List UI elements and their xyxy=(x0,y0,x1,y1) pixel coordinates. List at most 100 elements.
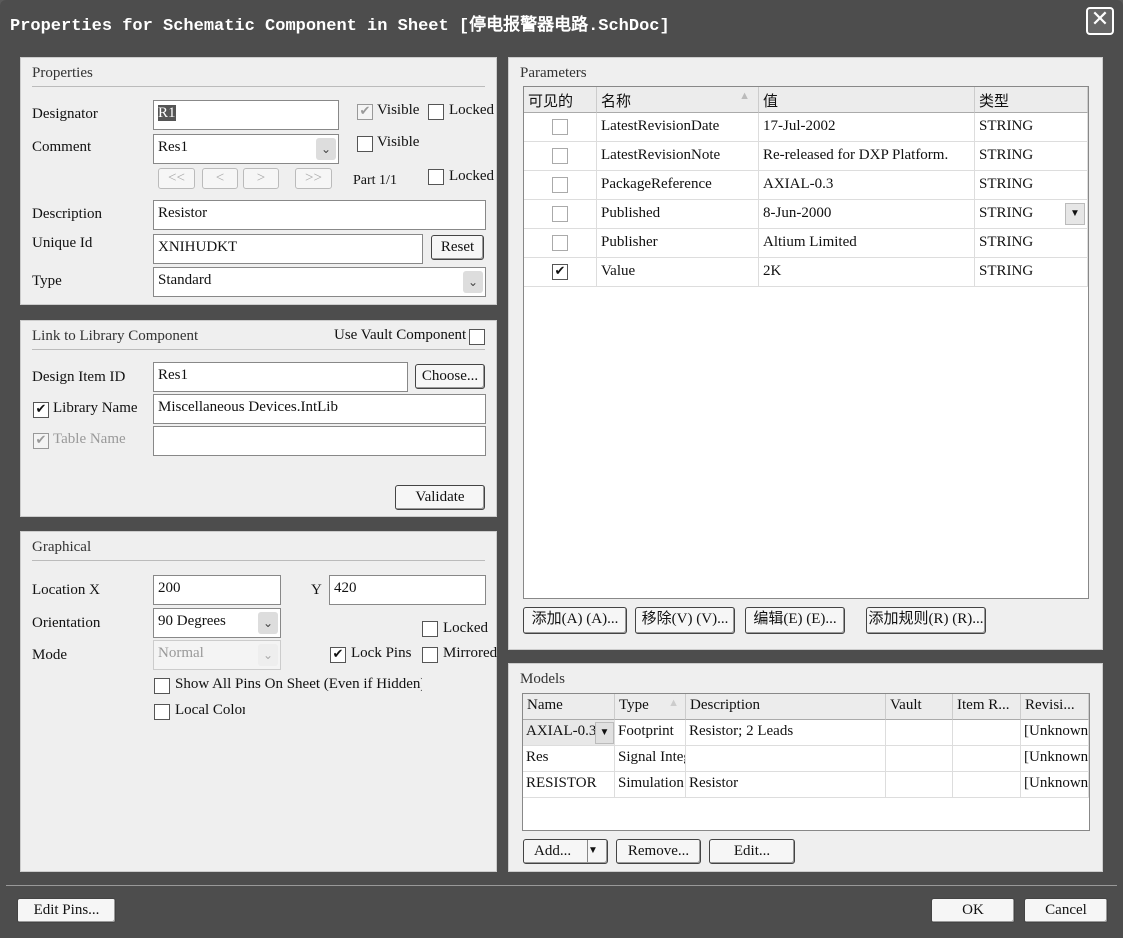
model-cell-type[interactable]: Signal Integrity xyxy=(615,746,686,772)
table-cell-value[interactable]: Altium Limited xyxy=(759,229,975,258)
table-cell-type[interactable]: STRING xyxy=(975,229,1088,258)
comment-visible-checkbox[interactable] xyxy=(357,136,373,152)
model-cell-item[interactable] xyxy=(953,772,1021,798)
last-part-button[interactable]: >> xyxy=(295,168,332,189)
table-cell-name[interactable]: Published xyxy=(597,200,759,229)
choose-button[interactable]: Choose... xyxy=(415,364,485,389)
cancel-button[interactable]: Cancel xyxy=(1024,898,1108,923)
model-cell-revision[interactable]: [Unknown xyxy=(1021,746,1089,772)
models-group: Models Name Type ▲ Description Vault Item… xyxy=(508,663,1103,872)
graphical-locked-checkbox[interactable] xyxy=(422,621,438,637)
model-cell-description[interactable]: Resistor; 2 Leads xyxy=(686,720,886,746)
table-cell-value[interactable]: 8-Jun-2000 xyxy=(759,200,975,229)
model-cell-vault[interactable] xyxy=(886,772,953,798)
dropdown-arrow-icon[interactable]: ▼ xyxy=(587,840,607,862)
table-cell-type[interactable]: STRING xyxy=(975,142,1088,171)
model-cell-vault[interactable] xyxy=(886,746,953,772)
type-value: Standard xyxy=(158,272,212,288)
library-name-input[interactable]: Miscellaneous Devices.IntLib xyxy=(153,394,486,424)
table-row-visible-cell xyxy=(524,200,597,229)
add-rule-button[interactable]: 添加规则(R) (R)... xyxy=(866,607,986,634)
unique-id-input[interactable]: XNIHUDKT xyxy=(153,234,423,264)
ok-button[interactable]: OK xyxy=(931,898,1015,923)
table-cell-value[interactable]: 17-Jul-2002 xyxy=(759,113,975,142)
visible-checkbox[interactable] xyxy=(552,119,568,135)
comment-select[interactable]: Res1 ⌄ xyxy=(153,134,339,164)
first-part-button[interactable]: << xyxy=(158,168,195,189)
add-parameter-button[interactable]: 添加(A) (A)... xyxy=(523,607,627,634)
location-x-input[interactable]: 200 xyxy=(153,575,281,605)
column-header-name[interactable]: 名称 ▲ xyxy=(597,87,759,113)
local-colors-checkbox[interactable] xyxy=(154,704,170,720)
model-cell-type[interactable]: Footprint xyxy=(615,720,686,746)
table-cell-name[interactable]: Value xyxy=(597,258,759,287)
model-cell-item[interactable] xyxy=(953,720,1021,746)
column-header-description[interactable]: Description xyxy=(686,694,886,720)
visible-checkbox[interactable] xyxy=(552,177,568,193)
designator-visible-checkbox[interactable]: ✔ xyxy=(357,104,373,120)
column-header-item[interactable]: Item R... xyxy=(953,694,1021,720)
column-header-name[interactable]: Name xyxy=(523,694,615,720)
table-cell-type[interactable]: STRING xyxy=(975,171,1088,200)
edit-model-button[interactable]: Edit... xyxy=(709,839,795,864)
table-cell-name[interactable]: PackageReference xyxy=(597,171,759,200)
model-cell-name[interactable]: RESISTOR xyxy=(523,772,615,798)
model-cell-description[interactable] xyxy=(686,746,886,772)
designator-locked-checkbox[interactable] xyxy=(428,104,444,120)
validate-button[interactable]: Validate xyxy=(395,485,485,510)
prev-part-button[interactable]: < xyxy=(202,168,238,189)
column-header-type[interactable]: Type ▲ xyxy=(615,694,686,720)
locked-label: Locked xyxy=(449,102,494,118)
close-button[interactable]: ✕ xyxy=(1086,7,1114,35)
part-locked-checkbox[interactable] xyxy=(428,169,444,185)
table-cell-value[interactable]: AXIAL-0.3 xyxy=(759,171,975,200)
visible-checkbox[interactable] xyxy=(552,206,568,222)
table-name-input[interactable] xyxy=(153,426,486,456)
model-cell-vault[interactable] xyxy=(886,720,953,746)
mirrored-checkbox[interactable] xyxy=(422,647,438,663)
model-dropdown-icon[interactable]: ▼ xyxy=(595,722,614,744)
table-cell-value[interactable]: Re-released for DXP Platform. xyxy=(759,142,975,171)
column-header-vault[interactable]: Vault xyxy=(886,694,953,720)
type-select[interactable]: Standard ⌄ xyxy=(153,267,486,297)
lock-pins-checkbox[interactable]: ✔ xyxy=(330,647,346,663)
remove-parameter-button[interactable]: 移除(V) (V)... xyxy=(635,607,735,634)
table-cell-name[interactable]: LatestRevisionDate xyxy=(597,113,759,142)
locked-label: Locked xyxy=(443,620,488,636)
visible-checkbox[interactable]: ✔ xyxy=(552,264,568,280)
column-header-revision[interactable]: Revisi... xyxy=(1021,694,1089,720)
edit-pins-button[interactable]: Edit Pins... xyxy=(17,898,116,923)
show-all-pins-checkbox[interactable] xyxy=(154,678,170,694)
edit-parameter-button[interactable]: 编辑(E) (E)... xyxy=(745,607,845,634)
model-cell-description[interactable]: Resistor xyxy=(686,772,886,798)
model-cell-revision[interactable]: [Unknown xyxy=(1021,720,1089,746)
model-cell-type[interactable]: Simulation xyxy=(615,772,686,798)
location-y-input[interactable]: 420 xyxy=(329,575,486,605)
table-name-checkbox[interactable]: ✔ xyxy=(33,433,49,449)
table-cell-type[interactable]: STRING xyxy=(975,258,1088,287)
use-vault-checkbox[interactable] xyxy=(469,329,485,345)
next-part-button[interactable]: > xyxy=(243,168,279,189)
orientation-select[interactable]: 90 Degrees ⌄ xyxy=(153,608,281,638)
model-cell-revision[interactable]: [Unknown xyxy=(1021,772,1089,798)
remove-model-button[interactable]: Remove... xyxy=(616,839,701,864)
add-model-button[interactable]: Add... ▼ xyxy=(523,839,608,864)
model-cell-item[interactable] xyxy=(953,746,1021,772)
column-header-visible[interactable]: 可见的 xyxy=(524,87,597,113)
designator-input[interactable]: R1 xyxy=(153,100,339,130)
reset-button[interactable]: Reset xyxy=(431,235,484,260)
table-cell-value[interactable]: 2K xyxy=(759,258,975,287)
visible-checkbox[interactable] xyxy=(552,235,568,251)
model-cell-name[interactable]: Res xyxy=(523,746,615,772)
type-dropdown-icon[interactable]: ▼ xyxy=(1065,203,1085,225)
table-cell-name[interactable]: Publisher xyxy=(597,229,759,258)
mode-select[interactable]: Normal ⌄ xyxy=(153,640,281,670)
column-header-value[interactable]: 值 xyxy=(759,87,975,113)
column-header-type[interactable]: 类型 xyxy=(975,87,1088,113)
description-input[interactable]: Resistor xyxy=(153,200,486,230)
library-name-checkbox[interactable]: ✔ xyxy=(33,402,49,418)
design-item-input[interactable]: Res1 xyxy=(153,362,408,392)
visible-checkbox[interactable] xyxy=(552,148,568,164)
table-cell-type[interactable]: STRING xyxy=(975,113,1088,142)
table-cell-name[interactable]: LatestRevisionNote xyxy=(597,142,759,171)
